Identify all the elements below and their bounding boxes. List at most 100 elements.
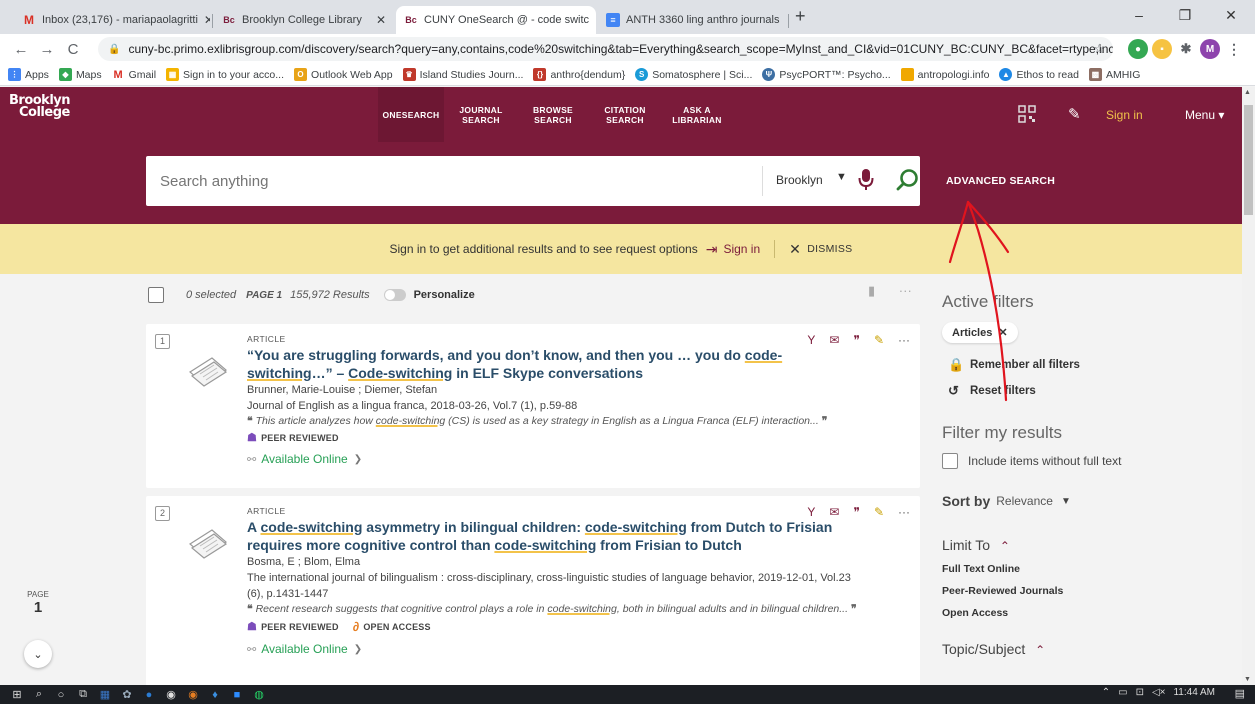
cortana-icon[interactable]: ○: [50, 689, 72, 701]
windows-start-icon[interactable]: ⊞: [6, 688, 28, 701]
tab-gmail[interactable]: M Inbox (23,176) - mariapaolagritti ✕: [14, 6, 210, 34]
pin-icon[interactable]: ▮: [868, 283, 875, 298]
app-icon[interactable]: ●: [138, 689, 160, 701]
cite-icon[interactable]: ❞: [853, 505, 859, 519]
result-title[interactable]: A code-switching asymmetry in bilingual …: [247, 518, 867, 554]
tab-onesearch[interactable]: Bc CUNY OneSearch @ - code switc ✕: [396, 6, 596, 34]
app-icon[interactable]: ♦: [204, 689, 226, 701]
limit-full-text-online[interactable]: Full Text Online: [942, 563, 1232, 575]
task-view-icon[interactable]: ⧉: [72, 688, 94, 701]
tab-brooklyn-library[interactable]: Bc Brooklyn College Library ✕: [214, 6, 394, 34]
chevron-down-icon[interactable]: ▼: [836, 171, 847, 183]
whatsapp-icon[interactable]: ◍: [248, 688, 270, 701]
search-scope-select[interactable]: Brooklyn: [776, 173, 823, 187]
nav-browse-search[interactable]: BROWSE SEARCH: [518, 87, 588, 142]
network-icon[interactable]: ⊡: [1136, 687, 1144, 698]
forward-icon[interactable]: →: [34, 41, 60, 58]
remember-filters-link[interactable]: 🔒 Remember all filters: [942, 357, 1232, 373]
volume-icon[interactable]: ◁×: [1152, 687, 1166, 698]
bookmark-ethos[interactable]: ▲ Ethos to read: [999, 68, 1079, 81]
sort-by[interactable]: Sort by Relevance ▼: [942, 493, 1232, 509]
zoom-icon[interactable]: ■: [226, 689, 248, 701]
search-icon[interactable]: [894, 166, 922, 194]
microphone-icon[interactable]: [858, 168, 874, 198]
notice-sign-in-link[interactable]: ⇥ Sign in: [706, 241, 760, 258]
bookmark-signin[interactable]: ▦ Sign in to your acco...: [166, 68, 284, 81]
reset-filters-link[interactable]: ↺ Reset filters: [942, 383, 1232, 399]
close-icon[interactable]: ✕: [779, 13, 786, 27]
limit-to-heading[interactable]: Limit To ⌃: [942, 537, 1232, 553]
extension-icon[interactable]: ●: [1128, 39, 1148, 59]
advanced-search-link[interactable]: ADVANCED SEARCH: [946, 175, 1055, 187]
browser-menu-icon[interactable]: ⋮: [1224, 39, 1244, 59]
more-options-icon[interactable]: ···: [898, 333, 910, 347]
pin-icon[interactable]: ✎: [1068, 105, 1081, 123]
email-icon[interactable]: ✉: [829, 505, 839, 519]
more-options-icon[interactable]: ···: [898, 505, 910, 519]
citation-trail-icon[interactable]: Y: [807, 505, 815, 519]
close-icon[interactable]: ✕: [589, 13, 596, 27]
clock[interactable]: 11:44 AM: [1173, 687, 1215, 698]
nav-onesearch[interactable]: ONESEARCH: [378, 87, 444, 142]
minimize-button[interactable]: –: [1116, 0, 1162, 30]
chrome-icon[interactable]: ◉: [160, 688, 182, 701]
chevron-up-icon[interactable]: ⌃: [1102, 687, 1110, 698]
nav-ask-librarian[interactable]: ASK A LIBRARIAN: [662, 87, 732, 142]
document-thumbnail-icon[interactable]: [184, 346, 232, 394]
pin-icon[interactable]: ✎: [874, 505, 884, 519]
personalize-toggle[interactable]: [383, 289, 406, 301]
bookmark-gmail[interactable]: M Gmail: [111, 68, 156, 81]
brooklyn-college-logo[interactable]: Brooklyn College: [9, 94, 71, 119]
bookmark-star-icon[interactable]: ☆: [1093, 41, 1105, 57]
menu-button[interactable]: Menu ▾: [1185, 108, 1224, 122]
limit-peer-reviewed[interactable]: Peer-Reviewed Journals: [942, 585, 1232, 597]
document-thumbnail-icon[interactable]: [184, 518, 232, 566]
notifications-icon[interactable]: ▤: [1235, 687, 1245, 700]
back-icon[interactable]: ←: [8, 41, 34, 58]
dismiss-button[interactable]: ✕ DISMISS: [789, 241, 852, 258]
maximize-button[interactable]: ❐: [1162, 0, 1208, 30]
address-bar[interactable]: 🔒 cuny-bc.primo.exlibrisgroup.com/discov…: [98, 37, 1113, 61]
app-icon[interactable]: ▦: [94, 688, 116, 701]
bookmark-amhig[interactable]: ▩ AMHIG: [1088, 68, 1140, 81]
nav-journal-search[interactable]: JOURNAL SEARCH: [446, 87, 516, 142]
nav-citation-search[interactable]: CITATION SEARCH: [590, 87, 660, 142]
close-icon[interactable]: ✕: [998, 326, 1007, 339]
close-window-button[interactable]: ✕: [1208, 0, 1254, 30]
app-icon[interactable]: ◉: [182, 688, 204, 701]
limit-open-access[interactable]: Open Access: [942, 607, 1232, 619]
email-icon[interactable]: ✉: [829, 333, 839, 347]
extensions-puzzle-icon[interactable]: ✱: [1176, 39, 1196, 59]
bookmark-anthro[interactable]: {} anthro{dendum}: [533, 68, 625, 81]
cite-icon[interactable]: ❞: [853, 333, 859, 347]
pin-icon[interactable]: ✎: [874, 333, 884, 347]
search-icon[interactable]: ⌕: [28, 688, 50, 701]
include-checkbox[interactable]: [942, 453, 958, 469]
select-all-checkbox[interactable]: [148, 287, 164, 303]
reload-icon[interactable]: C: [60, 41, 86, 58]
search-input[interactable]: [160, 166, 750, 196]
bookmark-somato[interactable]: S Somatosphere | Sci...: [635, 68, 752, 81]
header-sign-in-link[interactable]: Sign in: [1106, 108, 1143, 122]
filter-chip-articles[interactable]: Articles ✕: [942, 322, 1018, 343]
scroll-up-icon[interactable]: ▲: [1244, 89, 1251, 96]
bookmark-antropologi[interactable]: antropologi.info: [900, 68, 989, 81]
page-scrollbar[interactable]: ▲ ▼: [1242, 87, 1255, 685]
qr-code-icon[interactable]: [1018, 105, 1036, 123]
extension-icon[interactable]: ▪: [1152, 39, 1172, 59]
close-icon[interactable]: ✕: [370, 13, 386, 27]
topic-subject-heading[interactable]: Topic/Subject ⌃: [942, 641, 1232, 657]
scroll-down-icon[interactable]: ▼: [1244, 676, 1251, 683]
bookmark-island[interactable]: ♛ Island Studies Journ...: [402, 68, 523, 81]
new-tab-button[interactable]: +: [795, 6, 806, 27]
bookmark-outlook[interactable]: O Outlook Web App: [294, 68, 393, 81]
result-title[interactable]: “You are struggling forwards, and you do…: [247, 346, 867, 382]
include-without-full-text[interactable]: Include items without full text: [942, 453, 1232, 469]
tab-anth-journals[interactable]: ≡ ANTH 3360 ling anthro journals ✕: [598, 6, 786, 34]
available-online-link[interactable]: ⚯ Available Online ❯: [247, 452, 867, 466]
bookmark-maps[interactable]: ◆ Maps: [58, 68, 102, 81]
available-online-link[interactable]: ⚯ Available Online ❯: [247, 642, 867, 656]
battery-icon[interactable]: ▭: [1118, 687, 1127, 698]
bookmark-apps[interactable]: ⋮ Apps: [8, 68, 49, 81]
citation-trail-icon[interactable]: Y: [807, 333, 815, 347]
